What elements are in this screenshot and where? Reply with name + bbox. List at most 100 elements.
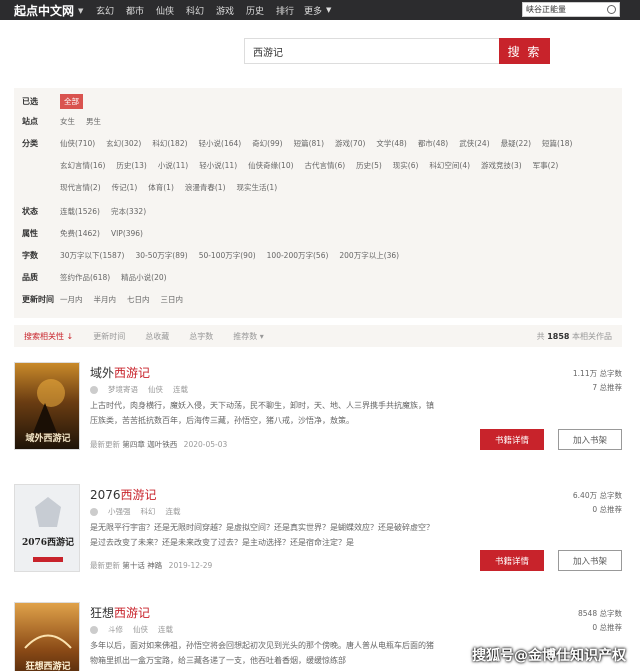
sort-wordcount[interactable]: 总字数	[189, 331, 213, 342]
filter-option[interactable]: 现实(6)	[393, 160, 419, 171]
book-title[interactable]: 狂想西游记	[90, 604, 150, 621]
filter-option[interactable]: 男生	[86, 116, 101, 127]
sort-updated[interactable]: 更新时间	[93, 331, 125, 342]
main-search-input[interactable]	[244, 38, 499, 64]
filter-option[interactable]: 轻小说(11)	[199, 160, 237, 171]
cover-title: 域外西游记	[25, 432, 70, 444]
filter-option[interactable]: 仙侠奇缘(10)	[248, 160, 293, 171]
cover-art: 2076西游记	[22, 497, 74, 562]
filter-option[interactable]: 200万字以上(36)	[339, 250, 399, 261]
update-date: 2020-05-03	[183, 440, 228, 449]
book-title-highlight: 西游记	[114, 366, 151, 380]
book-detail-button[interactable]: 书籍详情	[480, 550, 544, 571]
filter-option[interactable]: 文学(48)	[376, 138, 406, 149]
author-avatar-icon	[90, 507, 98, 516]
filter-option[interactable]: 悬疑(22)	[501, 138, 531, 149]
filter-option[interactable]: 科幻空间(4)	[429, 160, 470, 171]
filter-option[interactable]: 女生	[60, 116, 75, 127]
add-to-shelf-button[interactable]: 加入书架	[558, 429, 622, 450]
filter-row-quality: 品质 签约作品(618) 精品小说(20)	[22, 272, 178, 283]
filter-option[interactable]: 古代言情(6)	[305, 160, 346, 171]
add-to-shelf-button[interactable]: 加入书架	[558, 550, 622, 571]
nav-more[interactable]: 更多 ▼	[304, 4, 331, 17]
sort-recommendations[interactable]: 推荐数 ▾	[233, 331, 264, 342]
sort-favorites[interactable]: 总收藏	[145, 331, 169, 342]
filter-option[interactable]: 三日内	[161, 294, 184, 305]
filter-option[interactable]: 30万字以下(1587)	[60, 250, 124, 261]
book-genre[interactable]: 仙侠	[148, 384, 163, 395]
filter-option[interactable]: 小说(11)	[158, 160, 188, 171]
nav-link[interactable]: 游戏	[210, 4, 240, 17]
filter-option[interactable]: 玄幻言情(16)	[60, 160, 105, 171]
filter-option[interactable]: 短篇(81)	[294, 138, 324, 149]
filter-option[interactable]: 武侠(24)	[459, 138, 489, 149]
nav-link[interactable]: 科幻	[180, 4, 210, 17]
site-logo[interactable]: 起点中文网 ▼	[0, 2, 90, 19]
count-prefix: 共	[536, 331, 545, 341]
book-recommendations: 0 总推荐	[592, 505, 622, 514]
filter-option[interactable]: 历史(5)	[356, 160, 382, 171]
search-button[interactable]: 搜 索	[499, 38, 550, 64]
nav-link[interactable]: 排行	[270, 4, 300, 17]
book-cover[interactable]: 狂想西游记	[14, 602, 80, 671]
nav-link[interactable]: 仙侠	[150, 4, 180, 17]
book-author[interactable]: 斗修	[108, 624, 123, 635]
filter-option[interactable]: 现实生活(1)	[237, 182, 278, 193]
update-chapter[interactable]: 第四章 迦叶铁西	[122, 440, 177, 449]
filter-option[interactable]: 完本(332)	[111, 206, 146, 217]
book-status: 连载	[173, 385, 188, 394]
book-author[interactable]: 梦境寄语	[108, 384, 138, 395]
filter-option[interactable]: 连载(1526)	[60, 206, 100, 217]
filter-option[interactable]: 签约作品(618)	[60, 272, 110, 283]
book-genre[interactable]: 科幻	[141, 506, 156, 517]
book-cover[interactable]: 域外西游记	[14, 362, 80, 450]
filter-option[interactable]: 军事(2)	[533, 160, 559, 171]
sort-relevance[interactable]: 搜索相关性 ↓	[24, 331, 73, 342]
filter-option[interactable]: 半月内	[94, 294, 117, 305]
filter-option[interactable]: 传记(1)	[112, 182, 138, 193]
top-search-input[interactable]	[526, 5, 606, 14]
book-title-text: 狂想	[90, 606, 115, 620]
filter-label: 属性	[22, 229, 38, 238]
filter-option[interactable]: 现代言情(2)	[60, 182, 101, 193]
filter-option[interactable]: 历史(13)	[116, 160, 146, 171]
filter-option[interactable]: 30-50万字(89)	[135, 250, 187, 261]
filter-option[interactable]: VIP(396)	[111, 229, 143, 238]
filter-option[interactable]: 奇幻(99)	[252, 138, 282, 149]
filter-option[interactable]: 一月内	[60, 294, 83, 305]
filter-option[interactable]: 浪漫青春(1)	[185, 182, 226, 193]
book-item: 域外西游记 域外西游记 梦境寄语 仙侠 连载 上古时代，肉身横行，魔妖入侵，天下…	[14, 362, 622, 462]
filter-option[interactable]: 50-100万字(90)	[199, 250, 256, 261]
book-meta: 小强强 科幻 连载	[90, 506, 181, 517]
book-item: 2076西游记 2076西游记 小强强 科幻 连载 是无限平行宇宙？还是无限时间…	[14, 484, 622, 584]
filter-option[interactable]: 免费(1462)	[60, 228, 100, 239]
filter-option[interactable]: 仙侠(710)	[60, 138, 95, 149]
update-chapter[interactable]: 第十话 神路	[122, 561, 162, 570]
book-wordcount: 1.11万 总字数	[572, 369, 622, 378]
filter-option[interactable]: 游戏(70)	[335, 138, 365, 149]
book-author[interactable]: 小强强	[108, 506, 131, 517]
filter-option[interactable]: 轻小说(164)	[199, 138, 242, 149]
book-title[interactable]: 2076西游记	[90, 486, 157, 503]
search-icon[interactable]	[607, 5, 616, 14]
filter-option[interactable]: 七日内	[127, 294, 150, 305]
filter-option[interactable]: 科幻(182)	[152, 138, 187, 149]
book-title[interactable]: 域外西游记	[90, 364, 150, 381]
nav-link[interactable]: 玄幻	[90, 4, 120, 17]
filter-option[interactable]: 都市(48)	[418, 138, 448, 149]
book-detail-button[interactable]: 书籍详情	[480, 429, 544, 450]
filter-option[interactable]: 玄幻(302)	[106, 138, 141, 149]
nav-link[interactable]: 都市	[120, 4, 150, 17]
filter-chip-all[interactable]: 全部	[60, 94, 83, 109]
nav-link[interactable]: 历史	[240, 4, 270, 17]
top-nav: 起点中文网 ▼ 玄幻 都市 仙侠 科幻 游戏 历史 排行 更多 ▼	[0, 0, 640, 20]
filter-option[interactable]: 体育(1)	[148, 182, 174, 193]
filter-option[interactable]: 短篇(18)	[542, 138, 572, 149]
book-genre[interactable]: 仙侠	[133, 624, 148, 635]
filter-option[interactable]: 精品小说(20)	[121, 272, 166, 283]
filter-option[interactable]: 游戏竞技(3)	[481, 160, 522, 171]
book-cover[interactable]: 2076西游记	[14, 484, 80, 572]
filter-row-category: 分类 仙侠(710) 玄幻(302) 科幻(182) 轻小说(164) 奇幻(9…	[22, 138, 583, 149]
filter-option[interactable]: 100-200万字(56)	[267, 250, 329, 261]
book-recommendations: 7 总推荐	[592, 383, 622, 392]
